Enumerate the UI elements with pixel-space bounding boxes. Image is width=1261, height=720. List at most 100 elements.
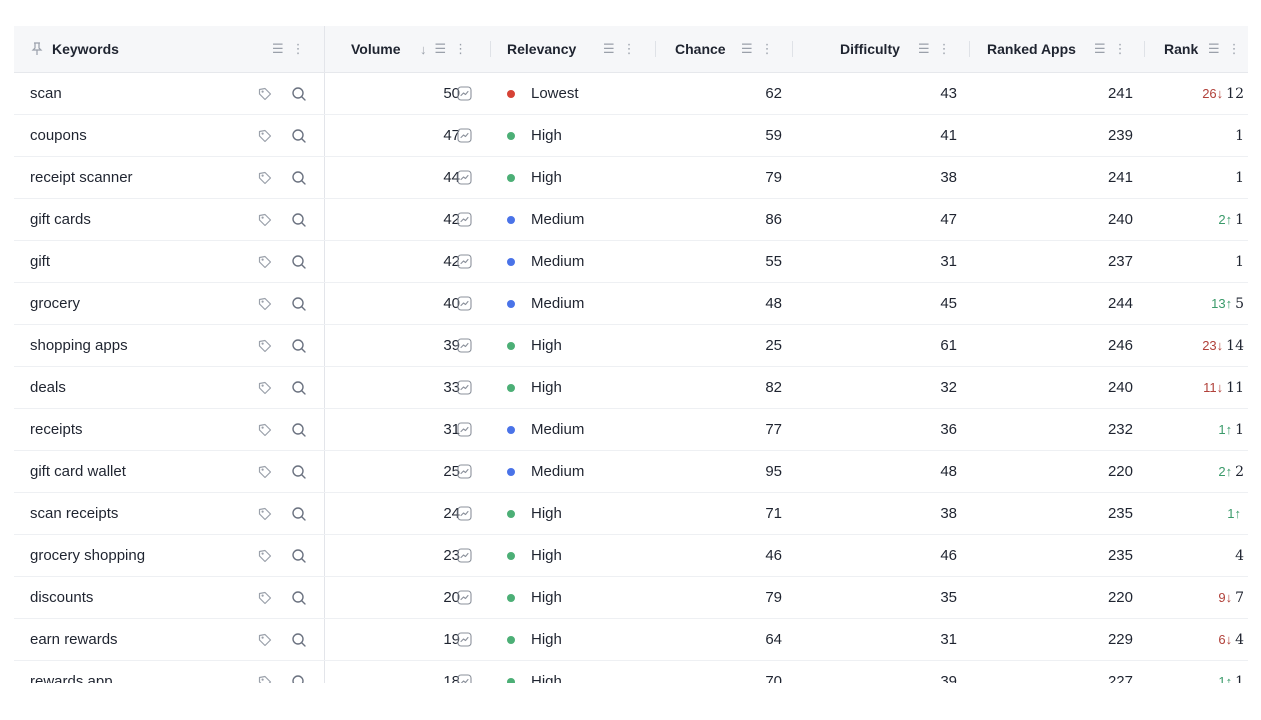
trend-chart-icon[interactable]	[457, 212, 472, 227]
pin-icon[interactable]	[30, 42, 44, 56]
keyword-cell[interactable]: gift	[30, 241, 220, 282]
tag-icon[interactable]	[257, 254, 273, 270]
sort-desc-icon[interactable]: ↓	[420, 42, 427, 57]
keyword-text[interactable]: gift cards	[30, 211, 91, 228]
tag-icon[interactable]	[257, 128, 273, 144]
table-row[interactable]: gift 42 Medium 55 31 237 1	[14, 241, 1248, 283]
keywords-column-header[interactable]: Keywords	[30, 26, 220, 72]
search-icon[interactable]	[291, 296, 307, 312]
table-row[interactable]: rewards app 18 High 70 39 227 1↑ 1	[14, 661, 1248, 683]
search-icon[interactable]	[291, 254, 307, 270]
column-separator[interactable]	[792, 41, 793, 57]
search-icon[interactable]	[291, 632, 307, 648]
volume-column-header[interactable]: Volume	[351, 26, 411, 72]
table-row[interactable]: coupons 47 High 59 41 239 1	[14, 115, 1248, 157]
trend-chart-icon[interactable]	[457, 338, 472, 353]
trend-chart-icon[interactable]	[457, 674, 472, 683]
search-icon[interactable]	[291, 506, 307, 522]
trend-chart-icon[interactable]	[457, 86, 472, 101]
keyword-cell[interactable]: scan	[30, 73, 220, 114]
keyword-text[interactable]: grocery shopping	[30, 547, 145, 564]
search-icon[interactable]	[291, 590, 307, 606]
keyword-cell[interactable]: receipts	[30, 409, 220, 450]
search-icon[interactable]	[291, 674, 307, 683]
trend-chart-icon[interactable]	[457, 128, 472, 143]
trend-chart-icon[interactable]	[457, 380, 472, 395]
filter-icon[interactable]: ☰	[1208, 41, 1220, 57]
keyword-text[interactable]: earn rewards	[30, 631, 118, 648]
table-row[interactable]: scan receipts 24 High 71 38 235 1↑	[14, 493, 1248, 535]
keyword-text[interactable]: deals	[30, 379, 66, 396]
tag-icon[interactable]	[257, 380, 273, 396]
column-separator[interactable]	[969, 41, 970, 57]
column-menu-icon[interactable]: ⋮	[1114, 41, 1127, 57]
ranked-apps-column-header[interactable]: Ranked Apps	[987, 26, 1076, 72]
search-icon[interactable]	[291, 86, 307, 102]
keyword-cell[interactable]: gift card wallet	[30, 451, 220, 492]
table-row[interactable]: receipts 31 Medium 77 36 232 1↑ 1	[14, 409, 1248, 451]
keyword-cell[interactable]: receipt scanner	[30, 157, 220, 198]
column-separator[interactable]	[1144, 41, 1145, 57]
tag-icon[interactable]	[257, 674, 273, 683]
column-separator[interactable]	[490, 41, 491, 57]
trend-chart-icon[interactable]	[457, 464, 472, 479]
column-menu-icon[interactable]: ⋮	[1228, 41, 1241, 57]
table-row[interactable]: gift card wallet 25 Medium 95 48 220 2↑ 2	[14, 451, 1248, 493]
chance-column-header[interactable]: Chance	[675, 26, 726, 72]
column-menu-icon[interactable]: ⋮	[938, 41, 951, 57]
column-menu-icon[interactable]: ⋮	[292, 41, 305, 57]
keyword-text[interactable]: receipt scanner	[30, 169, 133, 186]
table-row[interactable]: receipt scanner 44 High 79 38 241 1	[14, 157, 1248, 199]
keyword-text[interactable]: gift	[30, 253, 50, 270]
search-icon[interactable]	[291, 212, 307, 228]
keyword-text[interactable]: receipts	[30, 421, 83, 438]
keyword-text[interactable]: scan receipts	[30, 505, 118, 522]
table-row[interactable]: earn rewards 19 High 64 31 229 6↓ 4	[14, 619, 1248, 661]
search-icon[interactable]	[291, 548, 307, 564]
tag-icon[interactable]	[257, 422, 273, 438]
tag-icon[interactable]	[257, 86, 273, 102]
tag-icon[interactable]	[257, 632, 273, 648]
keyword-cell[interactable]: deals	[30, 367, 220, 408]
trend-chart-icon[interactable]	[457, 506, 472, 521]
column-menu-icon[interactable]: ⋮	[454, 41, 467, 57]
keyword-text[interactable]: shopping apps	[30, 337, 128, 354]
search-icon[interactable]	[291, 338, 307, 354]
keyword-cell[interactable]: earn rewards	[30, 619, 220, 660]
table-row[interactable]: discounts 20 High 79 35 220 9↓ 7	[14, 577, 1248, 619]
trend-chart-icon[interactable]	[457, 422, 472, 437]
keyword-text[interactable]: scan	[30, 85, 62, 102]
filter-icon[interactable]: ☰	[1094, 41, 1106, 57]
trend-chart-icon[interactable]	[457, 590, 472, 605]
tag-icon[interactable]	[257, 464, 273, 480]
tag-icon[interactable]	[257, 212, 273, 228]
difficulty-column-header[interactable]: Difficulty	[840, 26, 900, 72]
keyword-cell[interactable]: discounts	[30, 577, 220, 618]
keyword-text[interactable]: rewards app	[30, 673, 113, 683]
rank-column-header[interactable]: Rank	[1164, 26, 1198, 72]
filter-icon[interactable]: ☰	[918, 41, 930, 57]
search-icon[interactable]	[291, 464, 307, 480]
column-menu-icon[interactable]: ⋮	[623, 41, 636, 57]
column-separator[interactable]	[655, 41, 656, 57]
search-icon[interactable]	[291, 422, 307, 438]
table-row[interactable]: grocery shopping 23 High 46 46 235 4	[14, 535, 1248, 577]
search-icon[interactable]	[291, 128, 307, 144]
tag-icon[interactable]	[257, 338, 273, 354]
tag-icon[interactable]	[257, 548, 273, 564]
trend-chart-icon[interactable]	[457, 632, 472, 647]
table-row[interactable]: gift cards 42 Medium 86 47 240 2↑ 1	[14, 199, 1248, 241]
keyword-text[interactable]: discounts	[30, 589, 93, 606]
column-menu-icon[interactable]: ⋮	[761, 41, 774, 57]
search-icon[interactable]	[291, 170, 307, 186]
keyword-text[interactable]: coupons	[30, 127, 87, 144]
filter-icon[interactable]: ☰	[603, 41, 615, 57]
keyword-cell[interactable]: shopping apps	[30, 325, 220, 366]
table-row[interactable]: scan 50 Lowest 62 43 241 26↓ 12	[14, 73, 1248, 115]
table-row[interactable]: shopping apps 39 High 25 61 246 23↓ 14	[14, 325, 1248, 367]
filter-icon[interactable]: ☰	[741, 41, 753, 57]
keyword-cell[interactable]: grocery	[30, 283, 220, 324]
keyword-text[interactable]: gift card wallet	[30, 463, 126, 480]
tag-icon[interactable]	[257, 170, 273, 186]
trend-chart-icon[interactable]	[457, 548, 472, 563]
